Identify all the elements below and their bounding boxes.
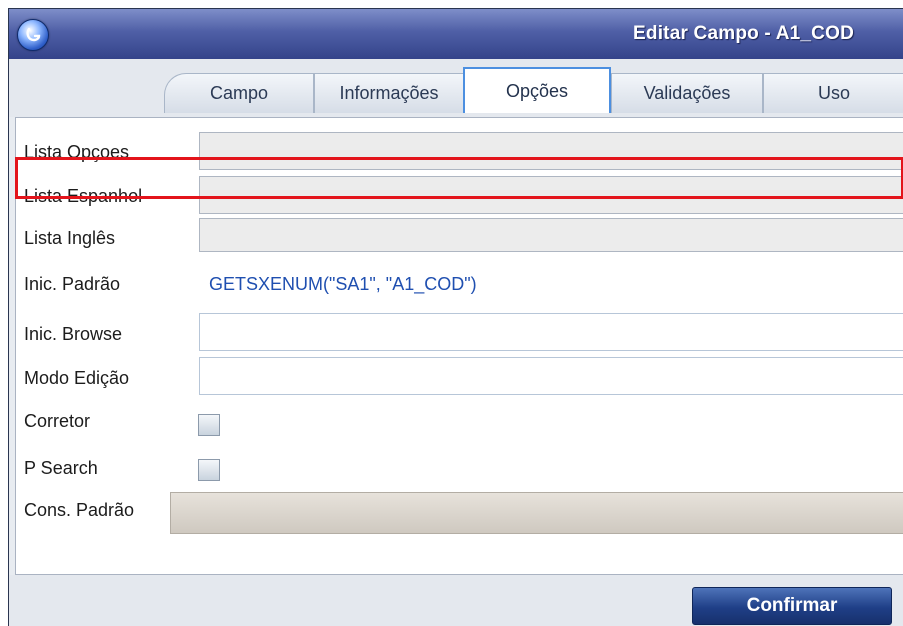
p-search-checkbox[interactable] — [198, 459, 220, 481]
edit-field-window: Editar Campo - A1_COD Campo Informações … — [8, 8, 903, 626]
cons-padrao-label: Cons. Padrão — [24, 500, 135, 520]
inic-browse-field[interactable] — [199, 313, 903, 351]
inic-padrao-value: GETSXENUM("SA1", "A1_COD") — [209, 274, 477, 294]
lista-ingles-label: Lista Inglês — [24, 228, 116, 248]
window-title: Editar Campo - A1_COD — [633, 23, 854, 44]
tab-informacoes[interactable]: Informações — [314, 73, 464, 113]
tab-label: Opções — [505, 80, 569, 101]
title-bar: Editar Campo - A1_COD — [9, 9, 903, 59]
app-logo-icon[interactable] — [17, 19, 49, 51]
confirm-button[interactable]: Confirmar — [692, 587, 892, 625]
corretor-label: Corretor — [24, 411, 91, 431]
tab-label: Informações — [339, 83, 439, 103]
footer-bar: Confirmar — [9, 575, 903, 626]
inic-browse-label: Inic. Browse — [24, 324, 123, 344]
tab-strip: Campo Informações Opções Validações Uso — [9, 59, 903, 117]
inic-padrao-field[interactable]: GETSXENUM("SA1", "A1_COD") — [199, 265, 903, 303]
modo-edicao-label: Modo Edição — [24, 368, 130, 388]
tab-opcoes[interactable]: Opções — [463, 67, 611, 113]
tab-campo[interactable]: Campo — [164, 73, 314, 113]
cons-padrao-field[interactable] — [170, 492, 903, 534]
tab-label: Validações — [643, 83, 731, 103]
lista-ingles-field[interactable] — [199, 218, 903, 252]
inic-padrao-label: Inic. Padrão — [24, 274, 121, 294]
corretor-checkbox[interactable] — [198, 414, 220, 436]
modo-edicao-field[interactable] — [199, 357, 903, 395]
tab-label: Campo — [209, 83, 269, 103]
tab-validacoes[interactable]: Validações — [611, 73, 763, 113]
p-search-label: P Search — [24, 458, 98, 478]
tab-label: Uso — [817, 83, 850, 103]
inic-padrao-highlight — [15, 157, 903, 199]
tab-uso[interactable]: Uso — [763, 73, 903, 113]
